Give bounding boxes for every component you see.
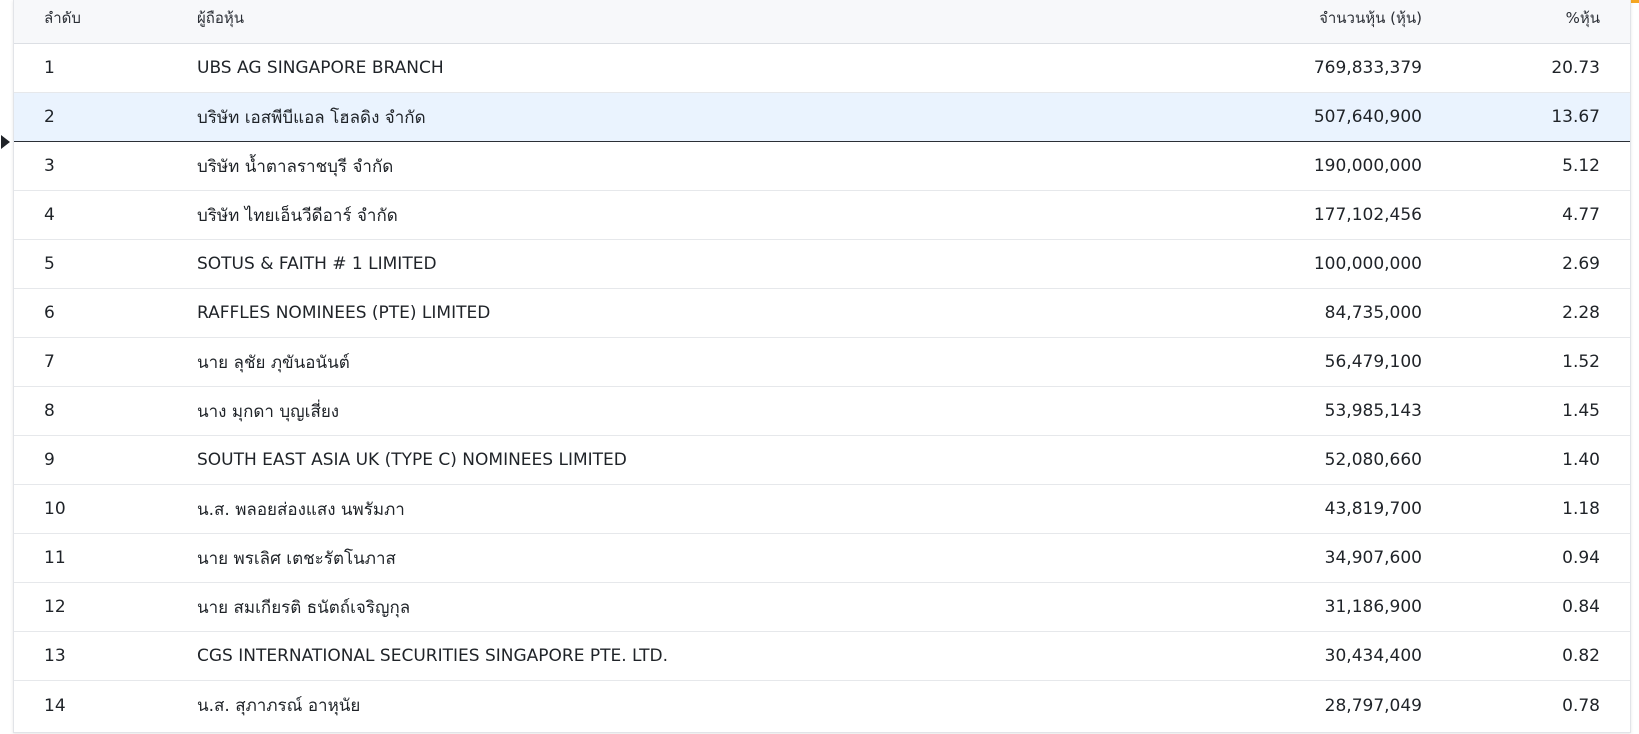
cell-shares: 769,833,379 [1313, 58, 1422, 78]
table-row[interactable]: 6 RAFFLES NOMINEES (PTE) LIMITED 84,735,… [14, 289, 1630, 338]
cell-rank: 3 [44, 156, 55, 176]
cell-rank: 13 [44, 646, 66, 666]
cell-rank: 12 [44, 597, 66, 617]
cell-rank: 6 [44, 303, 55, 323]
header-shares[interactable]: จำนวนหุ้น (หุ้น) [1232, 6, 1422, 30]
cell-percent: 4.77 [1562, 205, 1600, 225]
table-row[interactable]: 4 บริษัท ไทยเอ็นวีดีอาร์ จำกัด 177,102,4… [14, 191, 1630, 240]
cell-holder: น.ส. พลอยส่องแสง นพรัมภา [197, 499, 405, 520]
table-row-selected[interactable]: 2 บริษัท เอสพีบีแอล โฮลดิง จำกัด 507,640… [1, 93, 1630, 149]
header-rank[interactable]: ลำดับ [14, 6, 197, 30]
cell-holder: CGS INTERNATIONAL SECURITIES SINGAPORE P… [197, 646, 669, 666]
cell-rank: 1 [44, 58, 55, 78]
cell-percent: 1.45 [1562, 401, 1600, 421]
cell-shares: 100,000,000 [1313, 254, 1422, 274]
table-row[interactable]: 8 นาง มุกดา บุญเสี่ยง 53,985,143 1.45 [14, 387, 1630, 436]
table-row[interactable]: 5 SOTUS & FAITH # 1 LIMITED 100,000,000 … [14, 240, 1630, 289]
header-percent[interactable]: %หุ้น [1422, 6, 1630, 30]
cell-percent: 0.84 [1562, 597, 1600, 617]
cell-percent: 0.94 [1562, 548, 1600, 568]
table-row[interactable]: 3 บริษัท น้ำตาลราชบุรี จำกัด 190,000,000… [14, 142, 1630, 191]
cell-shares: 34,907,600 [1324, 548, 1422, 568]
cell-rank: 10 [44, 499, 66, 519]
cell-rank: 4 [44, 205, 55, 225]
cell-percent: 20.73 [1551, 58, 1600, 78]
cell-holder: นาง มุกดา บุญเสี่ยง [197, 401, 340, 422]
cell-holder: บริษัท เอสพีบีแอล โฮลดิง จำกัด [197, 107, 426, 128]
cell-rank: 11 [44, 548, 66, 568]
cell-rank: 5 [44, 254, 55, 274]
cell-holder: น.ส. สุภาภรณ์ อาหุนัย [197, 696, 361, 716]
cell-holder: นาย สมเกียรติ ธนัตถ์เจริญกุล [197, 597, 411, 618]
cell-percent: 13.67 [1551, 107, 1600, 127]
cell-shares: 84,735,000 [1324, 303, 1422, 323]
table-row[interactable]: 13 CGS INTERNATIONAL SECURITIES SINGAPOR… [14, 632, 1630, 681]
cell-holder: SOTUS & FAITH # 1 LIMITED [197, 254, 437, 274]
cell-rank: 9 [44, 450, 55, 470]
cell-shares: 56,479,100 [1324, 352, 1422, 372]
cell-percent: 1.18 [1562, 499, 1600, 519]
table-row[interactable]: 7 นาย ลุชัย ภุขันอนันต์ 56,479,100 1.52 [14, 338, 1630, 387]
row-pointer-icon [1, 135, 10, 149]
table-row[interactable]: 11 นาย พรเลิศ เตชะรัตโนภาส 34,907,600 0.… [14, 534, 1630, 583]
cell-holder: นาย พรเลิศ เตชะรัตโนภาส [197, 548, 396, 569]
cell-percent: 1.52 [1562, 352, 1600, 372]
cell-rank: 7 [44, 352, 55, 372]
cell-rank: 2 [44, 107, 55, 127]
cell-percent: 2.69 [1562, 254, 1600, 274]
table-row[interactable]: 1 UBS AG SINGAPORE BRANCH 769,833,379 20… [14, 44, 1630, 93]
cell-shares: 190,000,000 [1313, 156, 1422, 176]
cell-holder: UBS AG SINGAPORE BRANCH [197, 58, 444, 78]
table-header: ลำดับ ผู้ถือหุ้น จำนวนหุ้น (หุ้น) %หุ้น [14, 0, 1630, 44]
cell-percent: 5.12 [1562, 156, 1600, 176]
table-row[interactable]: 10 น.ส. พลอยส่องแสง นพรัมภา 43,819,700 1… [14, 485, 1630, 534]
cell-rank: 8 [44, 401, 55, 421]
cell-percent: 2.28 [1562, 303, 1600, 323]
cell-holder: บริษัท ไทยเอ็นวีดีอาร์ จำกัด [197, 205, 398, 226]
cell-percent: 0.78 [1562, 695, 1600, 716]
cell-holder: RAFFLES NOMINEES (PTE) LIMITED [197, 303, 491, 323]
cell-shares: 43,819,700 [1324, 499, 1422, 519]
cell-holder: นาย ลุชัย ภุขันอนันต์ [197, 352, 350, 373]
cell-shares: 30,434,400 [1324, 646, 1422, 666]
cell-rank: 14 [44, 695, 66, 716]
table-row[interactable]: 12 นาย สมเกียรติ ธนัตถ์เจริญกุล 31,186,9… [14, 583, 1630, 632]
cell-shares: 507,640,900 [1313, 107, 1422, 127]
shareholders-table: ลำดับ ผู้ถือหุ้น จำนวนหุ้น (หุ้น) %หุ้น … [1, 0, 1631, 733]
cell-percent: 0.82 [1562, 646, 1600, 666]
cell-shares: 31,186,900 [1324, 597, 1422, 617]
table-row[interactable]: 14 น.ส. สุภาภรณ์ อาหุนัย 28,797,049 0.78 [14, 681, 1630, 730]
table-row[interactable]: 9 SOUTH EAST ASIA UK (TYPE C) NOMINEES L… [14, 436, 1630, 485]
cell-shares: 28,797,049 [1324, 695, 1422, 716]
cell-shares: 53,985,143 [1324, 401, 1422, 421]
cell-shares: 52,080,660 [1324, 450, 1422, 470]
header-holder[interactable]: ผู้ถือหุ้น [197, 6, 1232, 30]
cell-percent: 1.40 [1562, 450, 1600, 470]
cell-shares: 177,102,456 [1313, 205, 1422, 225]
cell-holder: SOUTH EAST ASIA UK (TYPE C) NOMINEES LIM… [197, 450, 627, 470]
cell-holder: บริษัท น้ำตาลราชบุรี จำกัด [197, 156, 394, 177]
